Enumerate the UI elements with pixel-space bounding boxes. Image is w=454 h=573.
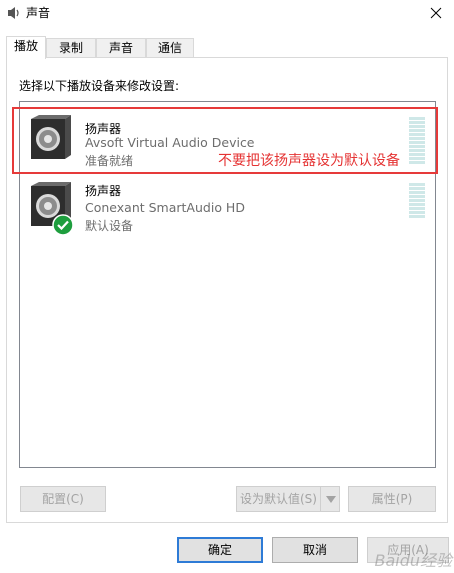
set-default-button[interactable]: 设为默认值(S) [236,486,321,512]
tab-sounds[interactable]: 声音 [96,38,146,58]
list-item-conexant[interactable]: 扬声器 Conexant SmartAudio HD 默认设备 [20,178,435,242]
tab-label: 声音 [108,41,133,55]
set-default-dropdown[interactable] [320,486,340,512]
title-bar: 声音 [0,0,454,26]
annotation-text: 不要把该扬声器设为默认设备 [218,153,400,169]
speaker-icon [6,5,22,21]
tab-label: 通信 [157,41,182,55]
tab-label: 录制 [58,41,83,55]
default-check-icon [52,214,74,236]
watermark: Baidu经验 [374,551,452,570]
tab-recording[interactable]: 录制 [46,38,96,58]
tab-communications[interactable]: 通信 [146,38,194,58]
chevron-down-icon [326,496,336,503]
device-status: 默认设备 [85,219,134,233]
configure-button[interactable]: 配置(C) [20,486,106,512]
close-icon [430,7,442,19]
window-title: 声音 [26,6,51,20]
tab-label: 播放 [13,39,38,53]
device-name: 扬声器 [85,184,122,198]
instruction-text: 选择以下播放设备来修改设置: [19,79,180,93]
device-description: Conexant SmartAudio HD [85,200,245,215]
close-button[interactable] [418,0,454,26]
volume-meter [409,183,425,219]
ok-button[interactable]: 确定 [177,537,263,563]
tab-playback[interactable]: 播放 [6,36,46,59]
properties-button[interactable]: 属性(P) [348,486,436,512]
cancel-button[interactable]: 取消 [272,537,358,563]
